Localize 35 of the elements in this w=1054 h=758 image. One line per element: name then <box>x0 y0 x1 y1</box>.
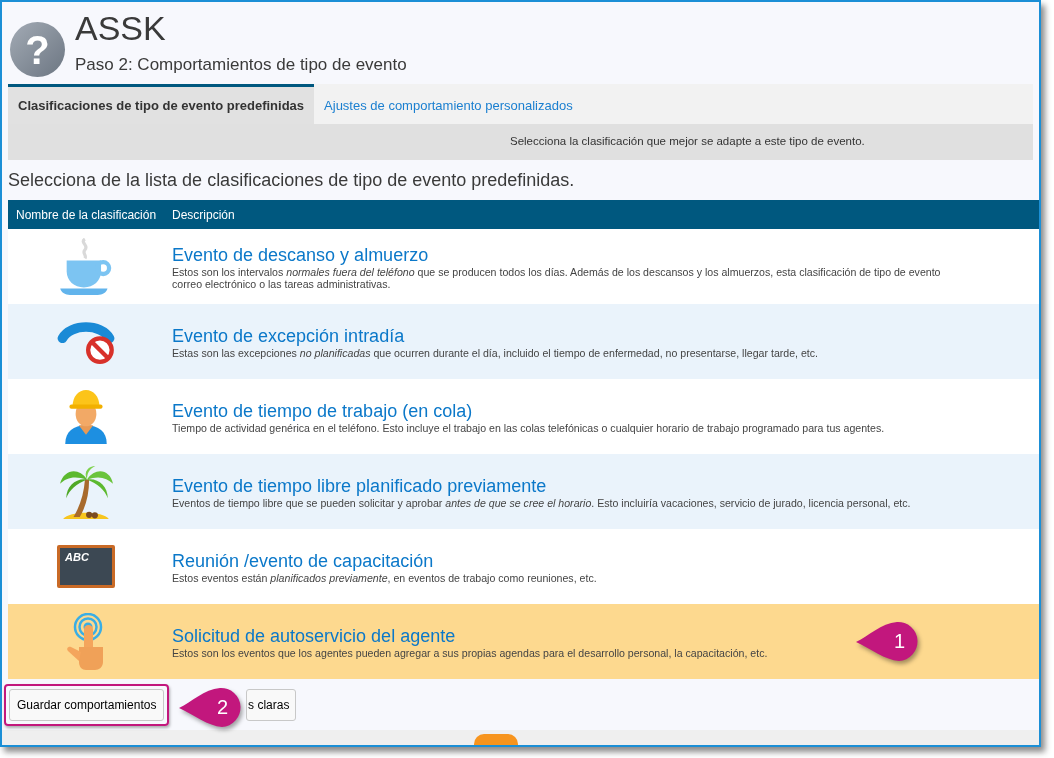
coffee-cup-icon <box>58 237 114 296</box>
event-description: Eventos de tiempo libre que se pueden solicitar y aprobar antes de que se cree el horario. Esto incluiría vacaciones, servicio de jurado, licencia personal, etc. <box>172 496 911 509</box>
palm-tree-icon <box>59 464 113 519</box>
event-description: Estos son los eventos que los agentes pueden agregar a sus propias agendas para el desarrollo personal, la capacitación, etc. <box>172 646 768 659</box>
column-header: Nombre de la clasificación <box>15 206 158 224</box>
event-description: Tiempo de actividad genérica en el teléfono. Esto incluye el trabajo en las colas telefónicas o cualquier horario de trabajo programado para tus agentes. <box>172 421 885 434</box>
column-header: Descripción <box>172 206 235 224</box>
event-title-link[interactable]: Evento de tiempo de trabajo (en cola) <box>172 399 885 422</box>
table-row[interactable] <box>8 229 1039 304</box>
event-description: Estos son los intervalos normales fuera del teléfono que se producen todos los días. Además de los descansos y los almuerzos, esta clasificación de tipo de evento correo electrónico o las tareas administrativas. <box>172 265 941 290</box>
event-title-link[interactable]: Evento de descanso y almuerzo <box>172 243 941 266</box>
event-description: Estos eventos están planificados previamente, en eventos de trabajo como reuniones, etc. <box>172 571 597 584</box>
tab-handle-icon[interactable] <box>473 734 518 745</box>
action-button[interactable]: s claras <box>246 688 297 721</box>
page-subtitle: Paso 2: Comportamientos de tipo de evento <box>75 56 407 73</box>
worker-icon <box>63 388 109 445</box>
event-title-link[interactable]: Reunión /evento de capacitación <box>172 549 597 572</box>
tab[interactable]: Ajustes de comportamiento personalizados <box>314 84 583 124</box>
table-row[interactable]: Evento de tiempo de trabajo (en cola) Tiempo de actividad genérica en el teléfono. Esto incluye el trabajo en las colas telefónicas o cualquier horario de trabajo programado para tus agentes. <box>8 379 1039 454</box>
table-row[interactable]: Evento de excepción intradía Estas son las excepciones no planificadas que ocurren durante el día, incluido el tiempo de enfermedad, no presentarse, llegar tarde, etc. <box>8 304 1039 379</box>
table-row[interactable]: Solicitud de autoservicio del agente Estos son los eventos que los agentes pueden agregar a sus propias agendas para el desarrollo personal, la capacitación, etc. 1 <box>8 604 1039 679</box>
instruction-text: Selecciona de la lista de clasificaciones de tipo de evento predefinidas. <box>8 168 575 192</box>
table-row[interactable]: ABC Reunión /evento de capacitación Estos eventos están planificados previamente, en eventos de trabajo como reuniones, etc. <box>8 529 1039 604</box>
event-title-link[interactable]: Evento de tiempo libre planificado previamente <box>172 474 911 497</box>
event-description: Estas son las excepciones no planificadas que ocurren durante el día, incluido el tiempo de enfermedad, no presentarse, llegar tarde, etc. <box>172 346 819 359</box>
table-row[interactable] <box>8 454 1039 529</box>
tab[interactable]: Clasificaciones de tipo de evento predefinidas <box>8 84 315 124</box>
info-bar: Selecciona la clasificación que mejor se adapte a este tipo de evento. <box>8 124 1033 160</box>
action-button[interactable]: Guardar comportamientos <box>9 688 165 721</box>
phone-blocked-icon <box>56 319 116 364</box>
page-title: ASSK <box>75 11 167 45</box>
help-icon: ? <box>10 22 65 77</box>
event-title-link[interactable]: Evento de excepción intradía <box>172 324 819 347</box>
chalkboard: ABC <box>57 545 115 588</box>
touch-hand-icon <box>66 613 106 670</box>
